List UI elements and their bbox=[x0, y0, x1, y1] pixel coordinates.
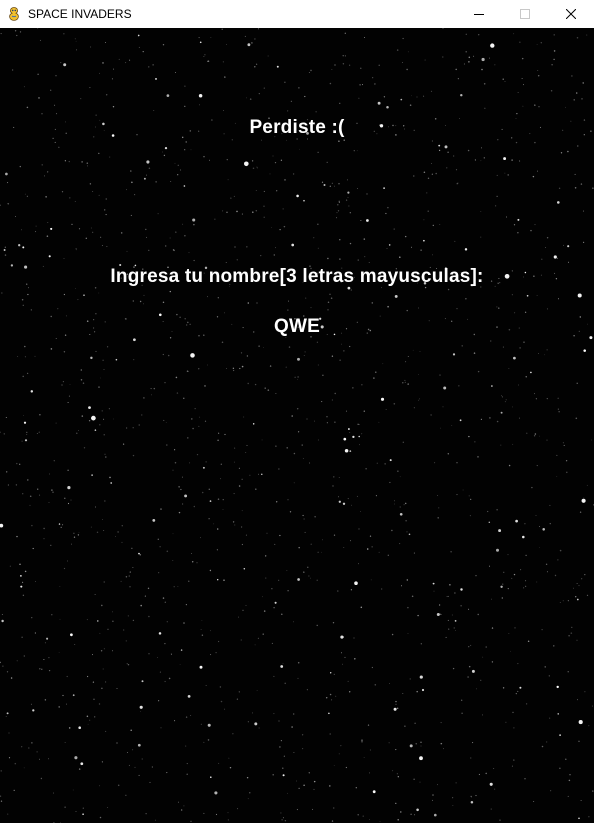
minimize-icon bbox=[474, 14, 484, 15]
close-icon bbox=[566, 9, 576, 19]
name-entry-prompt: Ingresa tu nombre[3 letras mayusculas]: bbox=[110, 266, 484, 287]
maximize-icon bbox=[520, 9, 530, 19]
game-over-message: Perdiste :( bbox=[249, 117, 345, 138]
maximize-button[interactable] bbox=[502, 0, 548, 28]
close-button[interactable] bbox=[548, 0, 594, 28]
game-canvas[interactable]: Perdiste :( Ingresa tu nombre[3 letras m… bbox=[0, 28, 594, 823]
starfield-background bbox=[0, 28, 594, 823]
window-title: SPACE INVADERS bbox=[28, 7, 132, 21]
player-name-input[interactable]: QWE bbox=[0, 316, 594, 338]
pygame-snake-icon bbox=[6, 6, 22, 22]
window-controls bbox=[456, 0, 594, 28]
title-bar[interactable]: SPACE INVADERS bbox=[0, 0, 594, 28]
minimize-button[interactable] bbox=[456, 0, 502, 28]
game-window: SPACE INVADERS Perdiste :( Ingresa tu no… bbox=[0, 0, 594, 823]
